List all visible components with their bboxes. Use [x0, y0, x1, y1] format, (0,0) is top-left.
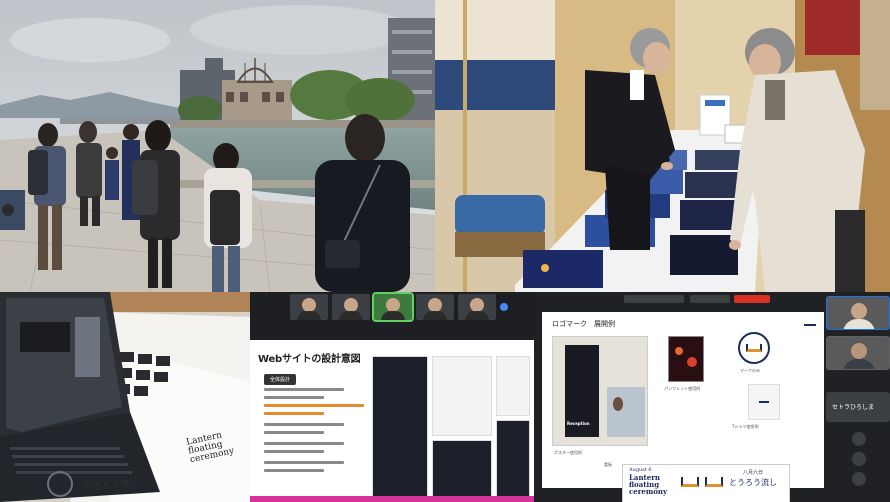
photo-laptop-design-papers: Lantern floating ceremony とうろう流し	[0, 292, 250, 502]
stop-presenting-button[interactable]	[734, 295, 770, 303]
poster-photo: Reception	[552, 336, 648, 446]
slide-title: Webサイトの設計意図	[258, 354, 361, 365]
participant-tile[interactable]	[458, 294, 496, 320]
signage-panel: August 6 Lantern floating ceremony 八月六日 …	[622, 464, 790, 502]
signage-right-main: とうろう流し	[729, 478, 777, 487]
meeting-present-chip[interactable]	[690, 295, 730, 303]
slide-bullet-lines	[264, 388, 364, 477]
participant-tile[interactable]	[416, 294, 454, 320]
participant-tile-active[interactable]	[372, 292, 414, 322]
meeting-menu-icon[interactable]	[500, 303, 508, 311]
caption-mark-only: マークのみ	[740, 368, 760, 373]
reception-sign-text: Reception	[567, 421, 590, 426]
slide-title: ロゴマーク 展開例	[552, 320, 615, 328]
signage-right-top: 八月六日	[743, 470, 764, 476]
site-screenshot	[496, 420, 530, 500]
participant-strip	[290, 292, 510, 322]
hiroshima-scene	[0, 0, 435, 292]
avatar[interactable]	[852, 452, 866, 466]
signage-brand-line3: ceremony	[629, 487, 668, 496]
avatar[interactable]	[852, 432, 866, 446]
site-screenshot	[496, 356, 530, 416]
lantern-mark-icon	[705, 477, 723, 487]
exhibition-scene	[435, 0, 890, 292]
screenshot-online-meeting-logo: ロゴマーク 展開例 Reception ポスター使用例 パンフレット使用例 マー…	[534, 292, 890, 502]
participant-name-tile[interactable]: セトラひろしま	[826, 392, 890, 422]
site-screenshot	[432, 356, 492, 436]
tshirt-image	[748, 384, 780, 420]
lantern-mark-icon	[681, 477, 699, 487]
photo-hiroshima-riverside	[0, 0, 435, 292]
shared-slide: Webサイトの設計意図 全体設計	[250, 340, 534, 502]
participant-video[interactable]	[826, 336, 890, 370]
participant-name: セトラひろしま	[832, 404, 875, 411]
signage-brand: Lantern floating ceremony	[629, 474, 667, 495]
slide-accent-bar	[250, 496, 534, 502]
logo-mark-circle	[738, 332, 770, 364]
caption-signage: 看板	[604, 462, 612, 467]
photo-poster-exhibition	[435, 0, 890, 292]
caption-poster: ポスター使用例	[554, 450, 582, 455]
meeting-share-chip[interactable]	[624, 295, 684, 303]
site-screenshot	[432, 440, 492, 500]
shared-slide-logo: ロゴマーク 展開例 Reception ポスター使用例 パンフレット使用例 マー…	[542, 312, 824, 502]
participant-tile[interactable]	[332, 294, 370, 320]
caption-pamphlet: パンフレット使用例	[664, 386, 701, 391]
screenshot-online-meeting-website: Webサイトの設計意図 全体設計	[250, 292, 534, 502]
laptop-scene	[0, 292, 250, 502]
meeting-top-bar	[624, 295, 824, 305]
participant-tile[interactable]	[290, 294, 328, 320]
site-screenshot	[372, 356, 428, 500]
caption-tshirt: Tシャツ使用例	[732, 424, 759, 429]
participant-video[interactable]	[826, 296, 890, 330]
meeting-side-panel: セトラひろしま	[826, 292, 890, 502]
section-tag: 全体設計	[264, 374, 297, 385]
logo-mark-small-icon	[804, 318, 816, 326]
pamphlet-image	[668, 336, 704, 382]
avatar[interactable]	[852, 472, 866, 486]
website-screenshots	[370, 354, 530, 500]
